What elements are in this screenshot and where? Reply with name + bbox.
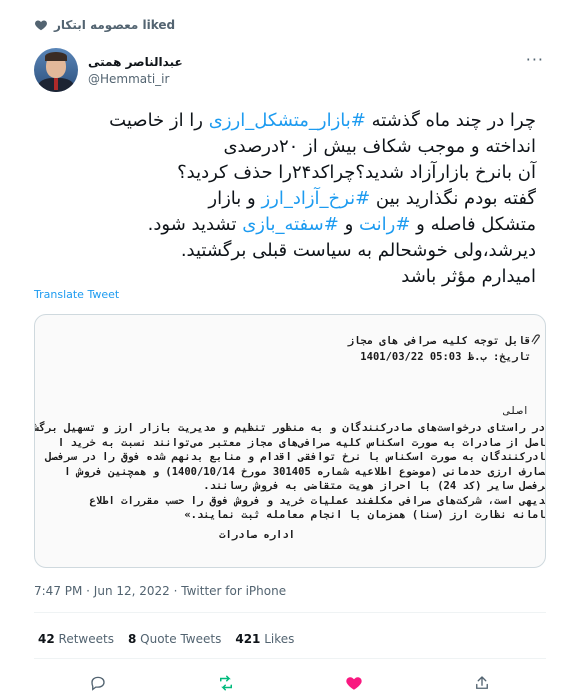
likes-stat[interactable]: 421 Likes (235, 632, 294, 646)
hashtag-link[interactable]: #بازار_متشکل_ارزی (209, 110, 366, 131)
document-body-line: بدیهی است، شرکت‌های صرافی مکلفند عملیات … (89, 494, 546, 507)
tweet-text-segment: گفته بودم نگذارید بین (370, 188, 536, 209)
document-body-line: «در راستای درخواست‌های صادرکنندگان و به … (34, 422, 546, 434)
tweet-line: امیدارم مؤثر باشد (34, 264, 536, 290)
document-section: اصلی (503, 405, 529, 417)
reply-icon[interactable] (89, 674, 107, 692)
tweet-text-segment: دیرشد،ولی خوشحالم به سیاست قبلی برگشتید. (180, 240, 536, 261)
divider (34, 612, 546, 613)
tweet-text-segment: و بازار (208, 188, 262, 209)
hashtag-link[interactable]: #رانت (359, 214, 410, 235)
hashtag-link[interactable]: #نرخ_آزاد_ارز (261, 188, 370, 209)
tweet-text-segment: و (338, 214, 359, 235)
tweet-text-segment: آن بانرخ بازارآزاد شدید؟چراکد۲۴را حذف کر… (177, 162, 536, 183)
hashtag-link[interactable]: #سفته_بازی (242, 214, 339, 235)
tweet-line: انداخته و موجب شکاف بیش از ۲۰درصدی (34, 134, 536, 160)
paperclip-icon (531, 334, 540, 345)
document-body: «در راستای درخواست‌های صادرکنندگان و به … (34, 421, 546, 523)
quotes-stat[interactable]: 8 Quote Tweets (128, 632, 221, 646)
document-body-line: مصارف ارزی حدمانی (موضوع اطلاعیه شماره 3… (64, 465, 546, 478)
tweet-author[interactable]: عبدالناصر همتی @Hemmati_ir (34, 48, 183, 92)
document-date: تاریخ: ب.ظ 05:03 1401/03/22 (360, 351, 531, 363)
tweet-text-segment: چرا در چند ماه گذشته (365, 110, 536, 131)
translate-tweet-link[interactable]: Translate Tweet (34, 288, 119, 301)
author-display-name[interactable]: عبدالناصر همتی (88, 55, 183, 69)
liked-by-text: معصومه ابتکار liked (54, 18, 176, 32)
avatar[interactable] (34, 48, 78, 92)
tweet-line: دیرشد،ولی خوشحالم به سیاست قبلی برگشتید. (34, 238, 536, 264)
document-body-line: صادرکنندگان به صورت اسکناس با نرخ توافقی… (45, 451, 546, 463)
tweet-line: چرا در چند ماه گذشته #بازار_متشکل_ارزی ر… (34, 108, 536, 134)
tweet-text-segment: تشدید شود. (147, 214, 243, 235)
tweet-text-segment: را از خاصیت (109, 110, 209, 131)
like-icon[interactable] (345, 674, 363, 692)
document-title: قابل توجه کلیه صرافی های مجاز (347, 335, 531, 347)
document-body-line: سامانه نظارت ارز (سنا) همزمان با انجام م… (184, 509, 546, 521)
tweet-line: آن بانرخ بازارآزاد شدید؟چراکد۲۴را حذف کر… (34, 160, 536, 186)
tweet-stats: 42 Retweets 8 Quote Tweets 421 Likes (38, 632, 294, 646)
share-icon[interactable] (473, 674, 491, 692)
document-body-line: حاصل از صادرات به صورت اسکناس کلیه صرافی… (57, 436, 546, 449)
tweet-actions (34, 674, 546, 692)
author-handle[interactable]: @Hemmati_ir (88, 72, 183, 86)
social-context[interactable]: معصومه ابتکار liked (34, 18, 175, 32)
tweet-media-image[interactable]: قابل توجه کلیه صرافی های مجاز تاریخ: ب.ظ… (34, 314, 546, 568)
retweet-icon[interactable] (217, 674, 235, 692)
tweet-text-segment: متشکل فاصله و (410, 214, 536, 235)
document-signature: اداره صادرات (219, 529, 295, 541)
retweets-stat[interactable]: 42 Retweets (38, 632, 114, 646)
tweet-line: گفته بودم نگذارید بین #نرخ_آزاد_ارز و با… (34, 186, 536, 212)
tweet-timestamp[interactable]: 7:47 PM · Jun 12, 2022 · Twitter for iPh… (34, 584, 286, 598)
tweet-line: متشکل فاصله و #رانت و #سفته_بازی تشدید ش… (34, 212, 536, 238)
heart-icon (35, 20, 47, 31)
document-photo: قابل توجه کلیه صرافی های مجاز تاریخ: ب.ظ… (35, 315, 545, 567)
divider (34, 658, 546, 659)
tweet-text-segment: انداخته و موجب شکاف بیش از ۲۰درصدی (223, 136, 536, 157)
more-options-icon[interactable]: ··· (526, 50, 544, 69)
tweet-text-segment: امیدارم مؤثر باشد (401, 266, 536, 287)
tweet-text: چرا در چند ماه گذشته #بازار_متشکل_ارزی ر… (34, 108, 536, 290)
document-body-line: سرفصل سایر (کد 24) با احراز هویت متقاضی … (203, 480, 546, 492)
